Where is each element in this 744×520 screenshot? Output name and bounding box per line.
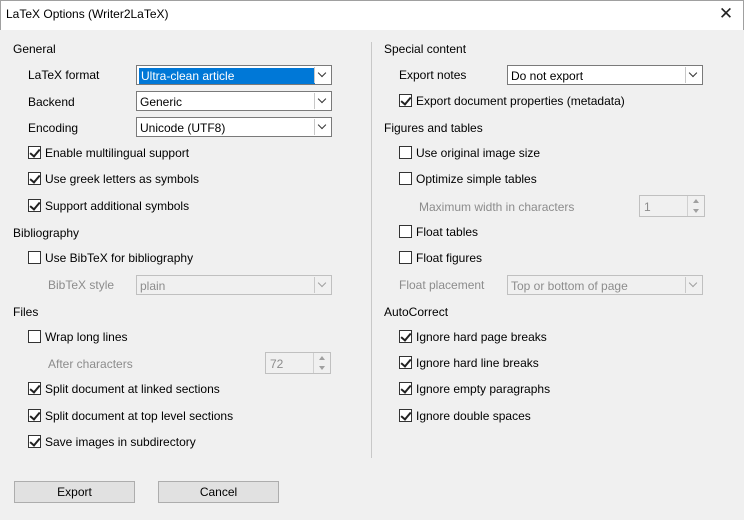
latex-format-dropdown[interactable]: Ultra-clean article — [136, 65, 332, 85]
use-bibtex-checkbox[interactable] — [28, 251, 41, 264]
special-content-heading: Special content — [384, 42, 467, 56]
original-size-label: Use original image size — [416, 146, 541, 160]
encoding-value: Unicode (UTF8) — [140, 121, 226, 135]
export-properties-label: Export document properties (metadata) — [416, 94, 625, 108]
figures-tables-heading: Figures and tables — [384, 121, 483, 135]
latex-format-value: Ultra-clean article — [139, 68, 315, 84]
autocorrect-heading: AutoCorrect — [384, 305, 449, 319]
wrap-lines-label: Wrap long lines — [45, 330, 128, 344]
additional-symbols-checkbox[interactable] — [28, 199, 41, 212]
multilingual-label: Enable multilingual support — [45, 146, 190, 160]
cancel-button[interactable]: Cancel — [158, 481, 279, 503]
float-tables-label: Float tables — [416, 225, 479, 239]
after-characters-value: 72 — [270, 357, 284, 371]
hard-page-breaks-checkbox[interactable] — [399, 330, 412, 343]
chevron-down-icon[interactable] — [314, 93, 330, 109]
additional-symbols-label: Support additional symbols — [45, 199, 190, 213]
column-divider — [371, 42, 372, 458]
export-notes-label: Export notes — [399, 68, 467, 82]
wrap-lines-checkbox[interactable] — [28, 330, 41, 343]
chevron-down-icon[interactable] — [314, 277, 330, 293]
greek-symbols-label: Use greek letters as symbols — [45, 172, 200, 186]
export-properties-checkbox[interactable] — [399, 94, 412, 107]
spin-up-icon[interactable] — [314, 353, 330, 363]
empty-paragraphs-checkbox[interactable] — [399, 382, 412, 395]
split-top-label: Split document at top level sections — [45, 409, 234, 423]
backend-label: Backend — [28, 95, 75, 109]
spin-up-icon[interactable] — [688, 196, 704, 206]
float-figures-label: Float figures — [416, 251, 483, 265]
latex-format-label: LaTeX format — [28, 68, 100, 82]
hard-line-breaks-checkbox[interactable] — [399, 356, 412, 369]
after-characters-spinbox[interactable]: 72 — [265, 352, 331, 374]
float-placement-value: Top or bottom of page — [511, 279, 628, 293]
max-width-label: Maximum width in characters — [419, 200, 575, 214]
max-width-spinbox[interactable]: 1 — [639, 195, 705, 217]
hard-page-breaks-label: Ignore hard page breaks — [416, 330, 547, 344]
save-images-label: Save images in subdirectory — [45, 435, 196, 449]
use-bibtex-label: Use BibTeX for bibliography — [45, 251, 194, 265]
split-top-checkbox[interactable] — [28, 409, 41, 422]
multilingual-checkbox[interactable] — [28, 146, 41, 159]
double-spaces-label: Ignore double spaces — [416, 409, 531, 423]
general-heading: General — [13, 42, 56, 56]
original-size-checkbox[interactable] — [399, 146, 412, 159]
chevron-down-icon[interactable] — [685, 67, 701, 83]
export-notes-value: Do not export — [511, 69, 584, 83]
bibtex-style-label: BibTeX style — [48, 278, 115, 292]
bibliography-heading: Bibliography — [13, 226, 80, 240]
encoding-dropdown[interactable]: Unicode (UTF8) — [136, 117, 332, 137]
window-title: LaTeX Options (Writer2LaTeX) — [6, 7, 169, 21]
backend-value: Generic — [140, 95, 183, 109]
bibtex-style-value: plain — [140, 279, 166, 293]
split-linked-label: Split document at linked sections — [45, 382, 220, 396]
empty-paragraphs-label: Ignore empty paragraphs — [416, 382, 551, 396]
chevron-down-icon[interactable] — [685, 277, 701, 293]
optimize-tables-label: Optimize simple tables — [416, 172, 537, 186]
max-width-value: 1 — [644, 200, 651, 214]
spin-down-icon[interactable] — [688, 206, 704, 216]
save-images-checkbox[interactable] — [28, 435, 41, 448]
split-linked-checkbox[interactable] — [28, 382, 41, 395]
chevron-down-icon[interactable] — [314, 67, 330, 83]
hard-line-breaks-label: Ignore hard line breaks — [416, 356, 539, 370]
close-icon[interactable]: ✕ — [712, 2, 740, 26]
after-characters-label: After characters — [48, 357, 133, 371]
spin-down-icon[interactable] — [314, 363, 330, 373]
float-figures-checkbox[interactable] — [399, 251, 412, 264]
float-placement-label: Float placement — [399, 278, 485, 292]
double-spaces-checkbox[interactable] — [399, 409, 412, 422]
backend-dropdown[interactable]: Generic — [136, 91, 332, 111]
optimize-tables-checkbox[interactable] — [399, 172, 412, 185]
greek-symbols-checkbox[interactable] — [28, 172, 41, 185]
encoding-label: Encoding — [28, 121, 79, 135]
files-heading: Files — [13, 305, 39, 319]
float-tables-checkbox[interactable] — [399, 225, 412, 238]
export-button[interactable]: Export — [14, 481, 135, 503]
export-notes-dropdown[interactable]: Do not export — [507, 65, 703, 85]
float-placement-dropdown[interactable]: Top or bottom of page — [507, 275, 703, 295]
chevron-down-icon[interactable] — [314, 119, 330, 135]
bibtex-style-dropdown[interactable]: plain — [136, 275, 332, 295]
